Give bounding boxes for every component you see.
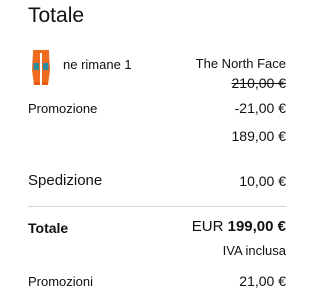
promotions-amount: 21,00 € xyxy=(239,273,286,289)
divider xyxy=(28,206,286,207)
shipping-amount: 10,00 € xyxy=(239,173,286,189)
total-amount: EUR 199,00 € xyxy=(136,218,286,236)
total-currency: EUR xyxy=(191,218,224,235)
item-promotion-amount: -21,00 € xyxy=(234,100,286,116)
shipping-label: Spedizione xyxy=(28,172,103,189)
promotions-label: Promozioni xyxy=(28,274,94,289)
item-original-price: 210,00 € xyxy=(231,75,287,91)
item-brand: The North Face xyxy=(195,56,286,71)
product-thumbnail[interactable] xyxy=(31,50,51,86)
item-final-price: 189,00 € xyxy=(231,128,287,144)
item-promotion-label: Promozione xyxy=(28,101,98,116)
total-value: 199,00 € xyxy=(227,218,286,235)
vat-note: IVA inclusa xyxy=(222,243,286,258)
total-label: Totale xyxy=(28,220,69,236)
order-summary-title: Totale xyxy=(28,4,85,27)
item-stock-note: ne rimane 1 xyxy=(63,57,132,72)
